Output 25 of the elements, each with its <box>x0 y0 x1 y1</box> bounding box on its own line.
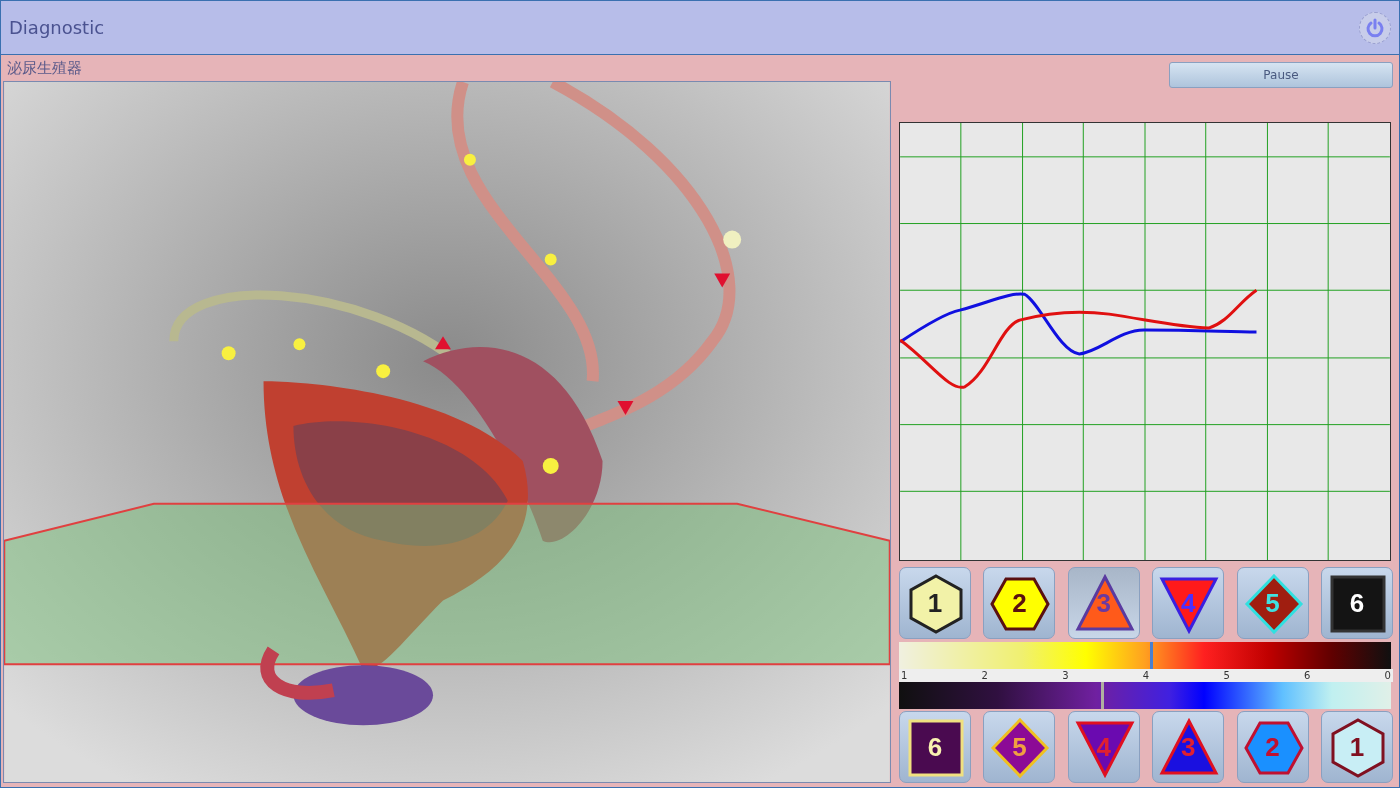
section-title: 泌尿生殖器 <box>6 58 83 79</box>
scale-label: 6 <box>1303 669 1311 682</box>
shape-button[interactable]: 2 <box>983 567 1056 639</box>
shape-button[interactable]: 1 <box>1320 711 1393 783</box>
scale-label: 4 <box>1142 669 1150 682</box>
diamond-icon <box>990 717 1051 779</box>
shape-button[interactable]: 3 <box>1067 567 1140 639</box>
shape-button[interactable]: 1 <box>899 567 971 639</box>
shape-button[interactable]: 5 <box>983 711 1056 783</box>
shape-button[interactable]: 6 <box>899 711 971 783</box>
shape-button[interactable]: 5 <box>1236 567 1309 639</box>
window-title: Diagnostic <box>9 17 105 38</box>
diamond-icon <box>1243 573 1304 635</box>
scale-label: 3 <box>1062 669 1069 682</box>
spectrum-marker[interactable] <box>1149 642 1153 669</box>
power-button[interactable] <box>1359 11 1391 44</box>
scale-label: 0 <box>1384 669 1391 682</box>
spectrum-marker[interactable] <box>1100 682 1104 709</box>
scale-label: 5 <box>1223 669 1230 682</box>
scale-label: 2 <box>981 669 988 682</box>
power-icon <box>1365 17 1385 38</box>
pause-button[interactable]: Pause <box>1169 62 1393 88</box>
shape-button[interactable]: 6 <box>1320 567 1393 639</box>
square-icon <box>906 717 966 779</box>
scale-label: 1 <box>901 669 908 682</box>
